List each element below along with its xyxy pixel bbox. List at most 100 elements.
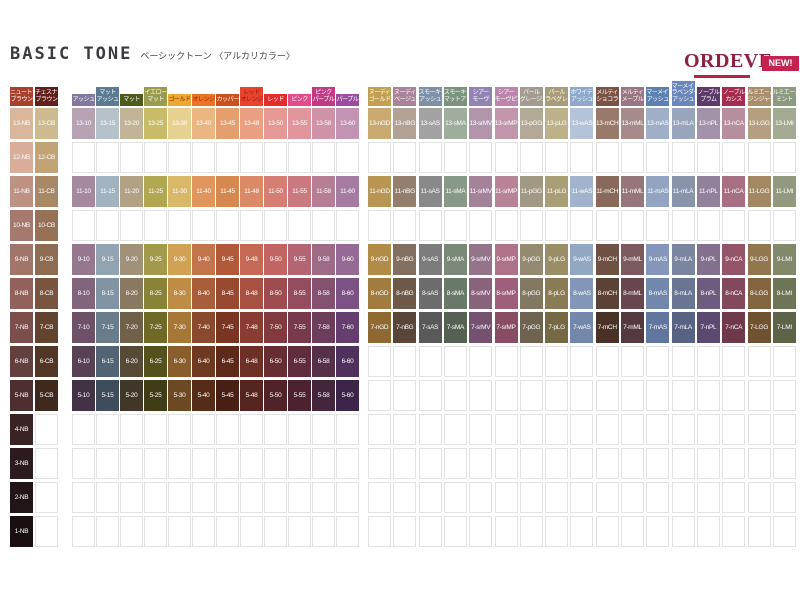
color-swatch-13-pLG: 13-pLG — [545, 108, 568, 139]
color-swatch-7-50: 7-50 — [264, 312, 287, 343]
empty-cell — [35, 482, 58, 513]
empty-cell — [520, 448, 543, 479]
color-swatch-10-CB: 10-CB — [35, 210, 58, 241]
color-swatch-8-CB: 8-CB — [35, 278, 58, 309]
empty-cell — [722, 346, 745, 377]
empty-cell — [646, 142, 669, 173]
empty-cell — [192, 448, 215, 479]
empty-cell — [621, 210, 644, 241]
empty-cell — [646, 210, 669, 241]
empty-cell — [419, 346, 442, 377]
page-title-row: BASIC TONEベーシックトーン 〈アルカリカラー〉 — [10, 44, 295, 64]
color-swatch-13-LMI: 13-LMI — [773, 108, 796, 139]
empty-cell — [144, 414, 167, 445]
color-swatch-8-45: 8-45 — [216, 278, 239, 309]
color-swatch-11-58: 11-58 — [312, 176, 335, 207]
empty-cell — [596, 448, 619, 479]
empty-cell — [520, 482, 543, 513]
column-tab-48: レッドオレンジ — [240, 87, 263, 106]
color-swatch-13-58: 13-58 — [312, 108, 335, 139]
column-tab-label: マットアッシュ — [444, 97, 467, 104]
empty-cell — [419, 414, 442, 445]
color-swatch-9-48: 9-48 — [240, 244, 263, 275]
color-swatch-13-sMA: 13-sMA — [444, 108, 467, 139]
color-swatch-7-20: 7-20 — [120, 312, 143, 343]
color-swatch-11-CB: 11-CB — [35, 176, 58, 207]
color-swatch-5-20: 5-20 — [120, 380, 143, 411]
color-swatch-7-sAS: 7-sAS — [419, 312, 442, 343]
color-swatch-7-LMI: 7-LMI — [773, 312, 796, 343]
color-swatch-5-50: 5-50 — [264, 380, 287, 411]
empty-cell — [168, 482, 191, 513]
color-swatch-11-sMA: 11-sMA — [444, 176, 467, 207]
column-tab-label: ニュートラル — [10, 90, 33, 97]
color-swatch-9-sMA: 9-sMA — [444, 244, 467, 275]
color-swatch-9-20: 9-20 — [120, 244, 143, 275]
color-swatch-10-NB: 10-NB — [10, 210, 33, 241]
color-swatch-7-45: 7-45 — [216, 312, 239, 343]
empty-cell — [621, 380, 644, 411]
color-swatch-9-LMI: 9-LMI — [773, 244, 796, 275]
color-swatch-5-10: 5-10 — [72, 380, 95, 411]
empty-cell — [168, 414, 191, 445]
column-tab-label: アッシュ — [419, 97, 442, 104]
column-tab-45: カッパー — [216, 94, 239, 107]
column-tab-NB: ニュートラルブラウン — [10, 87, 33, 106]
color-swatch-7-srMP: 7-srMP — [495, 312, 518, 343]
empty-cell — [672, 516, 695, 547]
empty-cell — [192, 210, 215, 241]
empty-cell — [495, 380, 518, 411]
empty-cell — [336, 448, 359, 479]
empty-cell — [570, 448, 593, 479]
color-swatch-8-LGG: 8-LGG — [748, 278, 771, 309]
empty-cell — [96, 448, 119, 479]
color-swatch-13-mAS: 13-mAS — [646, 108, 669, 139]
color-swatch-13-LGG: 13-LGG — [748, 108, 771, 139]
column-tab-pGG: パールグレージュ — [520, 87, 543, 106]
empty-cell — [444, 380, 467, 411]
color-swatch-5-58: 5-58 — [312, 380, 335, 411]
empty-cell — [288, 516, 311, 547]
empty-cell — [240, 482, 263, 513]
color-swatch-9-25: 9-25 — [144, 244, 167, 275]
column-tab-label: マーメイド — [646, 90, 669, 97]
empty-cell — [444, 414, 467, 445]
color-swatch-8-20: 8-20 — [120, 278, 143, 309]
empty-cell — [722, 142, 745, 173]
empty-cell — [697, 142, 720, 173]
color-swatch-13-sAS: 13-sAS — [419, 108, 442, 139]
color-swatch-9-mCH: 9-mCH — [596, 244, 619, 275]
color-swatch-13-20: 13-20 — [120, 108, 143, 139]
color-swatch-6-20: 6-20 — [120, 346, 143, 377]
color-swatch-6-CB: 6-CB — [35, 346, 58, 377]
empty-cell — [495, 210, 518, 241]
column-tab-label: シアー — [469, 90, 492, 97]
empty-cell — [495, 414, 518, 445]
color-swatch-9-nGD: 9-nGD — [368, 244, 391, 275]
empty-cell — [596, 210, 619, 241]
color-swatch-8-15: 8-15 — [96, 278, 119, 309]
empty-cell — [288, 448, 311, 479]
color-swatch-6-10: 6-10 — [72, 346, 95, 377]
column-tab-label: ミント — [773, 97, 796, 104]
empty-cell — [495, 516, 518, 547]
empty-cell — [120, 448, 143, 479]
color-swatch-6-58: 6-58 — [312, 346, 335, 377]
empty-cell — [773, 516, 796, 547]
empty-cell — [393, 210, 416, 241]
empty-cell — [748, 448, 771, 479]
empty-cell — [545, 346, 568, 377]
empty-cell — [545, 142, 568, 173]
empty-cell — [748, 210, 771, 241]
color-swatch-7-mML: 7-mML — [621, 312, 644, 343]
empty-cell — [722, 380, 745, 411]
empty-cell — [545, 210, 568, 241]
empty-cell — [570, 210, 593, 241]
empty-cell — [621, 516, 644, 547]
empty-cell — [672, 346, 695, 377]
column-tab-20: マット — [120, 94, 143, 107]
color-swatch-8-sMA: 8-sMA — [444, 278, 467, 309]
color-swatch-13-CB: 13-CB — [35, 108, 58, 139]
empty-cell — [312, 210, 335, 241]
empty-cell — [596, 346, 619, 377]
